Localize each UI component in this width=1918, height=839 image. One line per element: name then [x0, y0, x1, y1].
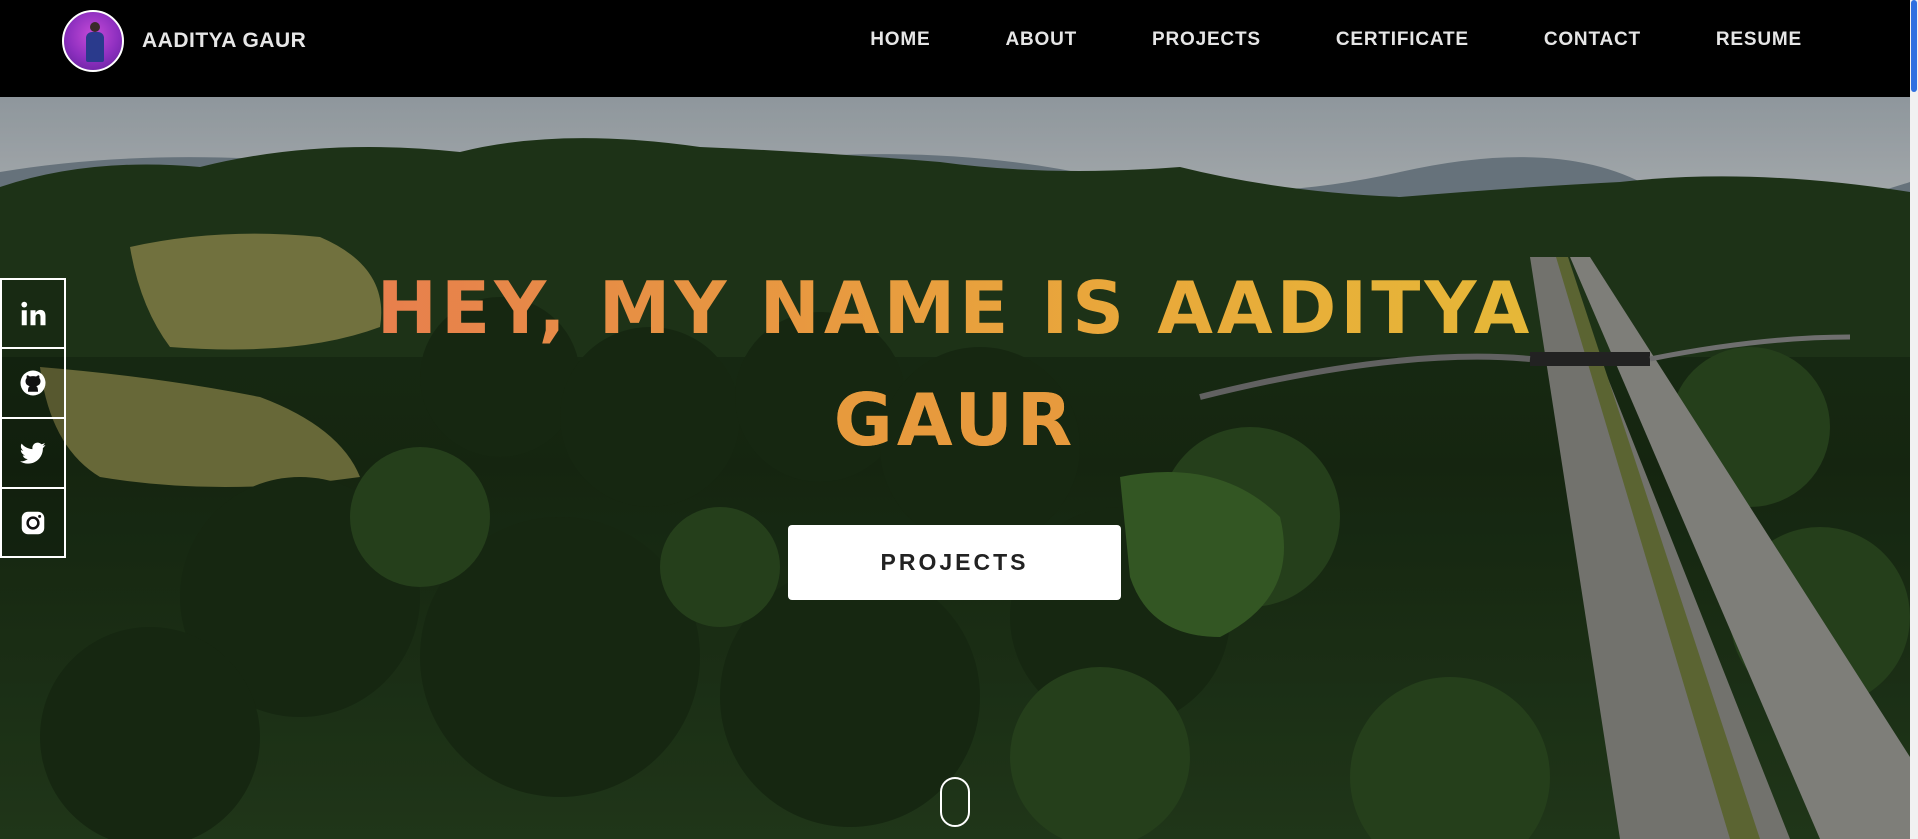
nav-certificate[interactable]: CERTIFICATE — [1336, 29, 1469, 51]
nav-about[interactable]: ABOUT — [1005, 29, 1077, 51]
nav-resume[interactable]: RESUME — [1716, 29, 1802, 51]
navbar: AADITYA GAUR HOME ABOUT PROJECTS CERTIFI… — [0, 0, 1910, 97]
headline-line-2: GAUR — [833, 378, 1077, 462]
twitter-icon — [19, 442, 46, 464]
page-scrollbar[interactable] — [1910, 0, 1918, 839]
scroll-down-icon[interactable] — [940, 777, 970, 827]
social-sidebar — [0, 278, 66, 558]
scrollbar-thumb[interactable] — [1911, 0, 1917, 92]
nav-home[interactable]: HOME — [870, 29, 930, 51]
brand[interactable]: AADITYA GAUR — [62, 10, 306, 72]
social-github[interactable] — [0, 348, 66, 418]
linkedin-icon — [21, 301, 46, 325]
headline-line-1: HEY, MY NAME IS AADITYA — [376, 266, 1534, 350]
social-instagram[interactable] — [0, 488, 66, 558]
social-twitter[interactable] — [0, 418, 66, 488]
nav-links: HOME ABOUT PROJECTS CERTIFICATE CONTACT … — [870, 0, 1802, 80]
instagram-icon — [21, 511, 45, 534]
nav-contact[interactable]: CONTACT — [1544, 29, 1641, 51]
projects-button[interactable]: PROJECTS — [788, 525, 1121, 600]
hero-headline: HEY, MY NAME IS AADITYA GAUR — [0, 252, 1910, 476]
brand-name[interactable]: AADITYA GAUR — [142, 29, 306, 53]
nav-projects[interactable]: PROJECTS — [1152, 29, 1261, 51]
github-icon — [20, 370, 46, 396]
social-linkedin[interactable] — [0, 278, 66, 348]
avatar — [62, 10, 124, 72]
hero-section: HEY, MY NAME IS AADITYA GAUR PROJECTS — [0, 97, 1910, 839]
